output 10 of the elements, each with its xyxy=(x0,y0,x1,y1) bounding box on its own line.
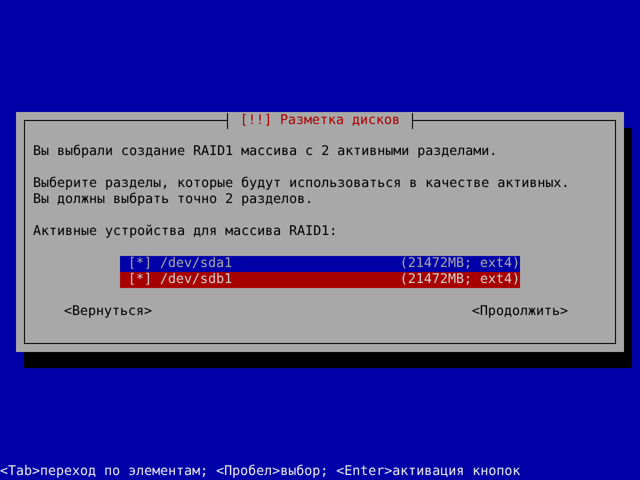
status-bar-hint: <Tab>переход по элементам; <Пробел>выбор; <Enter>активация кнопок xyxy=(0,464,520,480)
dialog-button[interactable]: <Вернуться> xyxy=(64,304,152,320)
message-text: Активные устройства для массива RAID1: xyxy=(33,224,338,240)
message-text: Выберите разделы, которые будут использоваться в качестве активных. xyxy=(33,176,570,192)
partition-list-item[interactable]: [*] /dev/sda1 (21472MB; ext4) xyxy=(120,256,520,272)
partition-list-item[interactable]: [*] /dev/sdb1 (21472MB; ext4) xyxy=(120,272,520,288)
message-text: Вы должны выбрать точно 2 разделов. xyxy=(33,192,314,208)
dialog-title: [!!] Разметка дисков xyxy=(226,113,414,129)
message-text: Вы выбрали создание RAID1 массива с 2 активными разделами. xyxy=(33,144,498,160)
dialog-button[interactable]: <Продолжить> xyxy=(472,304,568,320)
